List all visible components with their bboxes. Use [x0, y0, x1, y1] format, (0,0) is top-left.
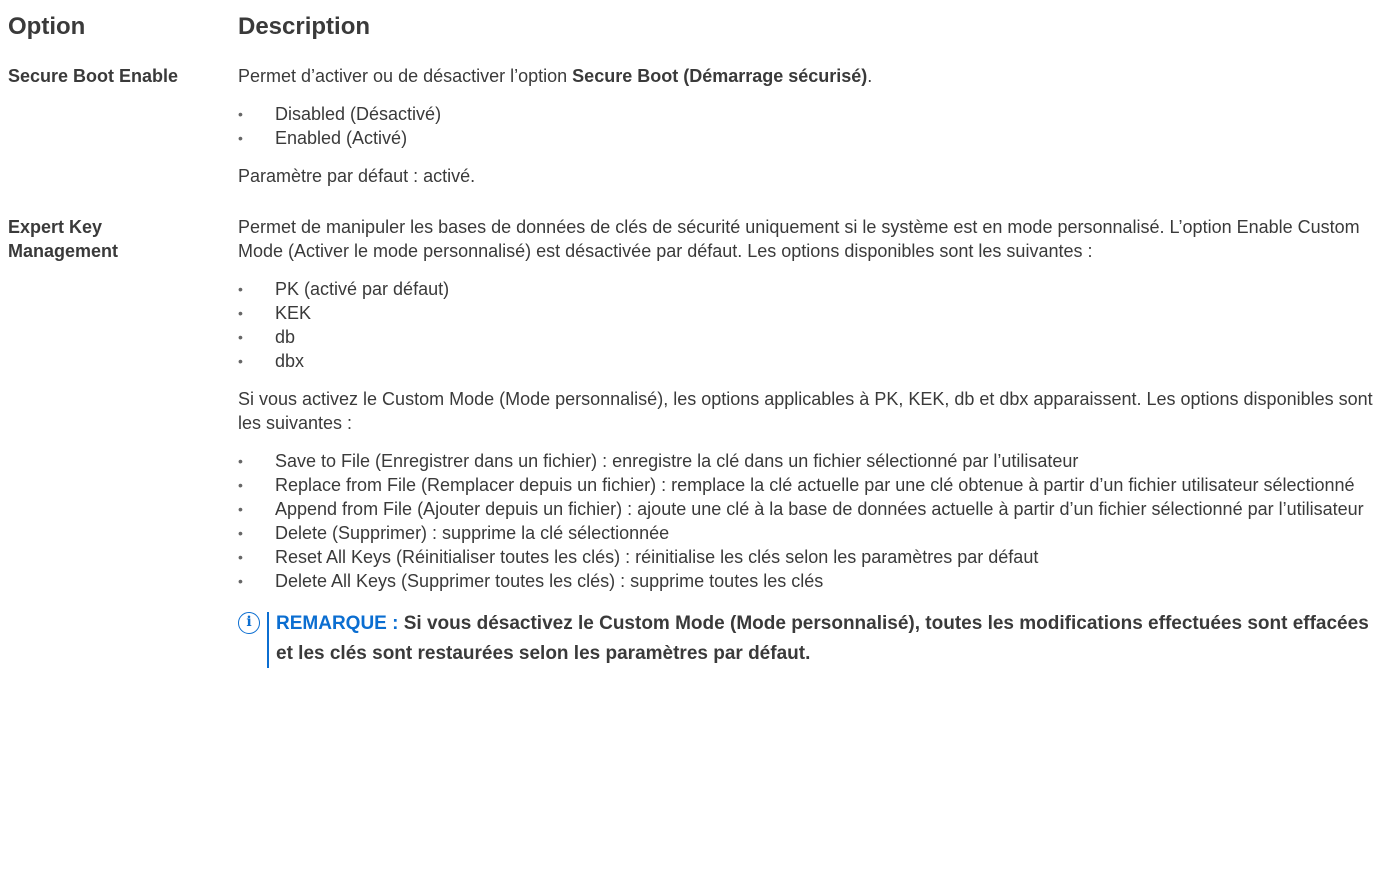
description-emphasis: Secure Boot (Démarrage sécurisé)	[572, 66, 868, 86]
column-header-option: Option	[8, 13, 86, 40]
list-item: Save to File (Enregistrer dans un fichie…	[238, 449, 1388, 473]
default-value-text: Paramètre par défaut : activé.	[238, 166, 476, 186]
table-row: Expert Key Management Permet de manipule…	[8, 215, 1388, 669]
note-box: i REMARQUE : Si vous désactivez le Custo…	[238, 609, 1388, 669]
custom-option-list: Save to File (Enregistrer dans un fichie…	[238, 449, 1388, 593]
description-intro: Permet d’activer ou de désactiver l’opti…	[238, 66, 573, 86]
note-divider	[267, 612, 269, 668]
value-list: Disabled (Désactivé) Enabled (Activé)	[238, 102, 1388, 150]
list-item: Replace from File (Remplacer depuis un f…	[238, 473, 1388, 497]
table-row: Secure Boot Enable Permet d’activer ou d…	[8, 64, 1388, 188]
option-name: Secure Boot Enable	[8, 66, 179, 86]
option-name: Expert Key Management	[8, 217, 119, 261]
table-header: Option Description	[8, 0, 1388, 50]
list-item: dbx	[238, 349, 1388, 373]
description-text: Permet d’activer ou de désactiver l’opti…	[238, 64, 1388, 88]
list-item: KEK	[238, 301, 1388, 325]
list-item: Delete (Supprimer) : supprime la clé sél…	[238, 521, 1388, 545]
list-item: db	[238, 325, 1388, 349]
option-description: Permet de manipuler les bases de données…	[238, 215, 1388, 593]
info-icon: i	[238, 612, 260, 634]
list-item: Disabled (Désactivé)	[238, 102, 1388, 126]
note-label: REMARQUE :	[276, 613, 399, 634]
note-text: Si vous désactivez le Custom Mode (Mode …	[276, 613, 1369, 664]
description-intro-end: .	[867, 66, 873, 86]
custom-mode-text: Si vous activez le Custom Mode (Mode per…	[238, 389, 1373, 433]
value-list: PK (activé par défaut) KEK db dbx	[238, 277, 1388, 373]
list-item: Append from File (Ajouter depuis un fich…	[238, 497, 1388, 521]
list-item: Enabled (Activé)	[238, 126, 1388, 150]
column-header-description: Description	[238, 13, 371, 40]
list-item: PK (activé par défaut)	[238, 277, 1388, 301]
description-text: Permet de manipuler les bases de données…	[238, 217, 1360, 261]
list-item: Delete All Keys (Supprimer toutes les cl…	[238, 569, 1388, 593]
list-item: Reset All Keys (Réinitialiser toutes les…	[238, 545, 1388, 569]
option-description: Permet d’activer ou de désactiver l’opti…	[238, 64, 1388, 188]
options-table: Option Description Secure Boot Enable Pe…	[8, 0, 1388, 669]
